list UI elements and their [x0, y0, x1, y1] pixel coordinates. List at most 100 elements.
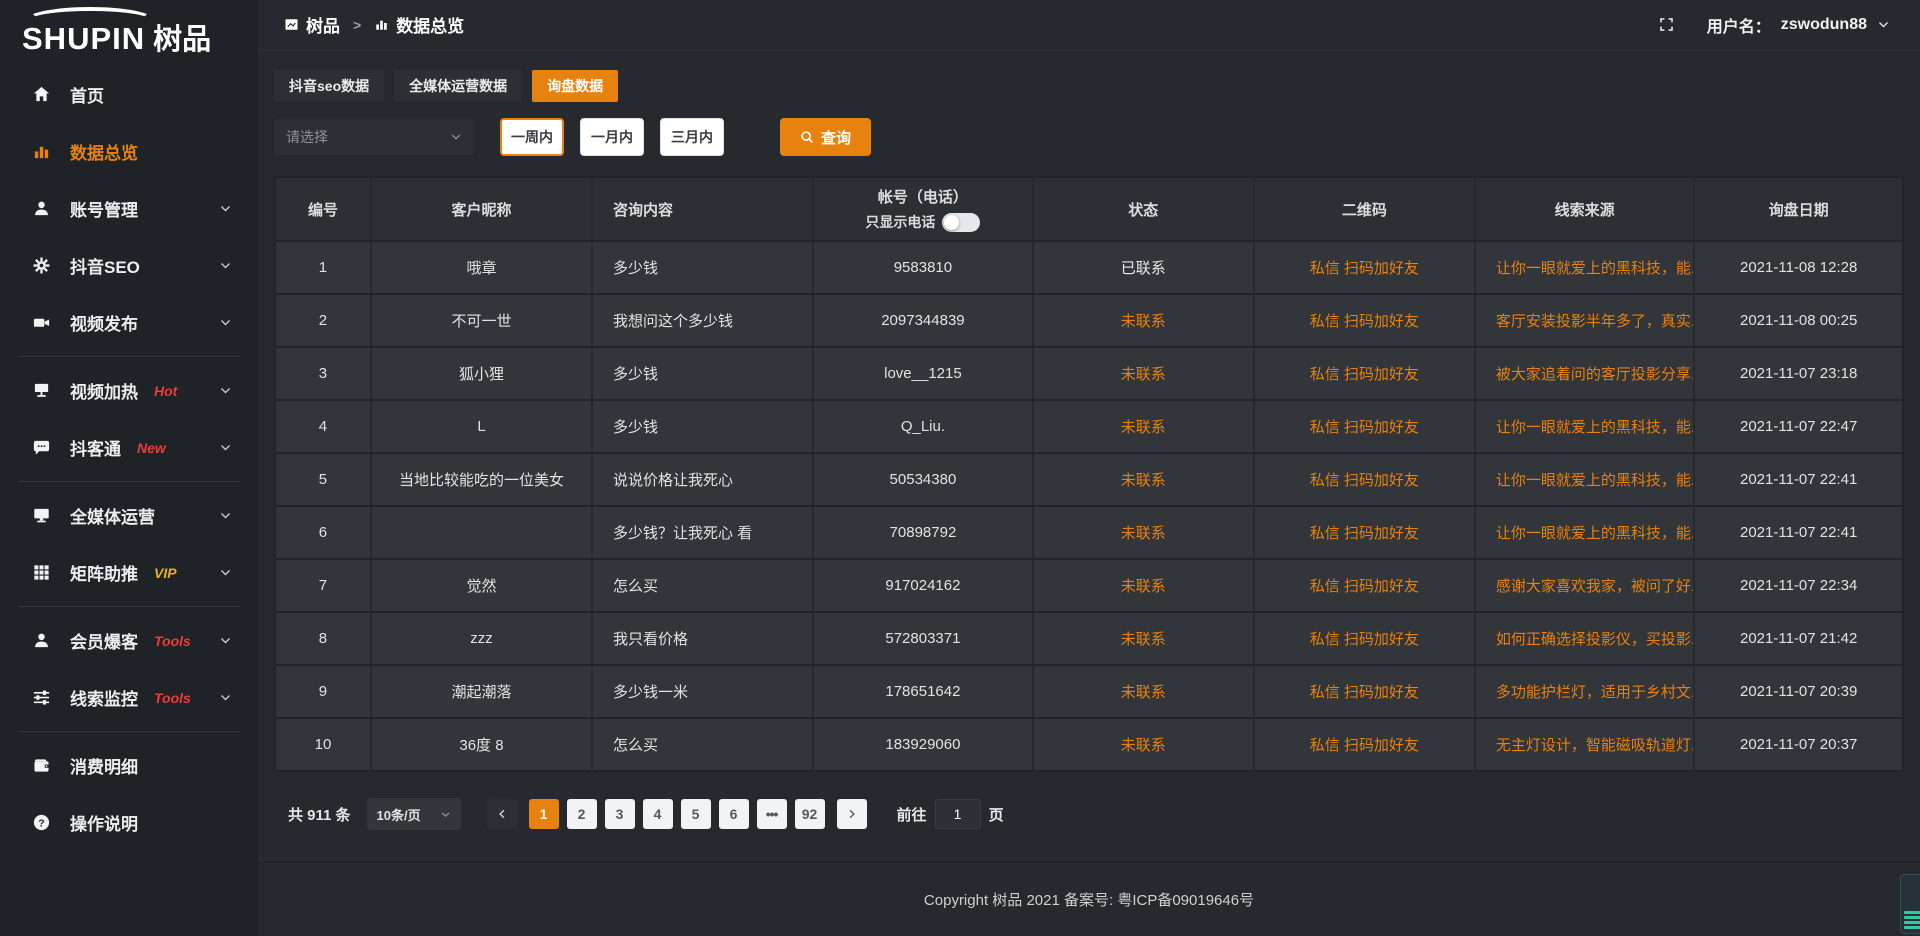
qrcode-link[interactable]: 私信 扫码加好友: [1310, 257, 1419, 278]
monitor-icon: [32, 506, 54, 526]
sidebar-item-douyin-seo[interactable]: 抖音SEO: [0, 237, 258, 294]
cell-content: 我只看价格: [593, 613, 814, 664]
chevron-down-icon: [219, 316, 232, 329]
sidebar-item-label: 账号管理: [70, 196, 138, 221]
sidebar-item-home[interactable]: 首页: [0, 66, 258, 123]
sidebar-item-omnimedia[interactable]: 全媒体运营: [0, 487, 258, 544]
page-button-92[interactable]: 92: [795, 799, 825, 829]
breadcrumb-current: 数据总览: [396, 12, 464, 37]
col-header-id: 编号: [276, 178, 372, 240]
col-header-source: 线索来源: [1476, 178, 1696, 240]
range-month-button[interactable]: 一月内: [580, 118, 644, 156]
page-button-3[interactable]: 3: [605, 799, 635, 829]
chevron-down-icon: [219, 259, 232, 272]
qrcode-link[interactable]: 私信 扫码加好友: [1310, 575, 1419, 596]
cell-account: 50534380: [814, 454, 1034, 505]
cell-qrcode: 私信 扫码加好友: [1255, 666, 1476, 717]
select-placeholder: 请选择: [286, 127, 328, 147]
sidebar-item-video-heat[interactable]: 视频加热 Hot: [0, 362, 258, 419]
source-link[interactable]: 无主灯设计，智能磁吸轨道灯...: [1496, 734, 1696, 755]
cell-status: 未联系: [1034, 507, 1255, 558]
qrcode-link[interactable]: 私信 扫码加好友: [1310, 416, 1419, 437]
qrcode-link[interactable]: 私信 扫码加好友: [1310, 363, 1419, 384]
col-header-account-title: 帐号（电话）: [878, 186, 968, 207]
chevron-down-icon: [219, 634, 232, 647]
col-header-nickname: 客户昵称: [372, 178, 593, 240]
cell-id: 10: [276, 719, 372, 770]
qrcode-link[interactable]: 私信 扫码加好友: [1310, 469, 1419, 490]
cell-content: 多少钱？让我死心 看: [593, 507, 814, 558]
cell-content: 多少钱一米: [593, 666, 814, 717]
tab-inquiry-data[interactable]: 询盘数据: [532, 70, 618, 102]
breadcrumb-root[interactable]: 树品: [306, 12, 340, 37]
search-button[interactable]: 查询: [780, 118, 871, 156]
cell-date: 2021-11-08 12:28: [1695, 242, 1902, 293]
sidebar-item-lead-monitor[interactable]: 线索监控 Tools: [0, 669, 258, 726]
sidebar-item-label: 矩阵助推: [70, 560, 138, 585]
source-link[interactable]: 多功能护栏灯，适用于乡村文...: [1496, 681, 1696, 702]
grid-icon: [32, 563, 54, 583]
source-link[interactable]: 客厅安装投影半年多了，真实...: [1496, 310, 1696, 331]
range-week-button[interactable]: 一周内: [500, 118, 564, 156]
cell-status: 未联系: [1034, 666, 1255, 717]
page-size-value: 10条/页: [377, 805, 421, 824]
chevron-down-icon[interactable]: [1877, 18, 1890, 31]
more-pages-button[interactable]: •••: [757, 799, 787, 829]
phone-only-toggle[interactable]: [942, 213, 980, 232]
page-button-6[interactable]: 6: [719, 799, 749, 829]
sidebar-item-account-management[interactable]: 账号管理: [0, 180, 258, 237]
sidebar-item-data-overview[interactable]: 数据总览: [0, 123, 258, 180]
range-quarter-button[interactable]: 三月内: [660, 118, 724, 156]
sidebar-item-member-burst[interactable]: 会员爆客 Tools: [0, 612, 258, 669]
sidebar-item-instructions[interactable]: ? 操作说明: [0, 794, 258, 851]
qrcode-link[interactable]: 私信 扫码加好友: [1310, 734, 1419, 755]
qrcode-link[interactable]: 私信 扫码加好友: [1310, 628, 1419, 649]
qrcode-link[interactable]: 私信 扫码加好友: [1310, 522, 1419, 543]
cell-qrcode: 私信 扫码加好友: [1255, 719, 1476, 770]
phone-only-row: 只显示电话: [865, 212, 980, 232]
cell-date: 2021-11-07 20:37: [1695, 719, 1902, 770]
qrcode-link[interactable]: 私信 扫码加好友: [1310, 310, 1419, 331]
source-link[interactable]: 让你一眼就爱上的黑科技，能...: [1496, 469, 1696, 490]
source-link[interactable]: 让你一眼就爱上的黑科技，能...: [1496, 522, 1696, 543]
source-link[interactable]: 感谢大家喜欢我家，被问了好...: [1496, 575, 1696, 596]
source-link[interactable]: 让你一眼就爱上的黑科技，能...: [1496, 416, 1696, 437]
cell-qrcode: 私信 扫码加好友: [1255, 560, 1476, 611]
page-size-select[interactable]: 10条/页: [367, 798, 461, 830]
cell-date: 2021-11-07 23:18: [1695, 348, 1902, 399]
cell-qrcode: 私信 扫码加好友: [1255, 401, 1476, 452]
source-link[interactable]: 如何正确选择投影仪，买投影...: [1496, 628, 1696, 649]
page-button-5[interactable]: 5: [681, 799, 711, 829]
page-button-1[interactable]: 1: [529, 799, 559, 829]
status-badge: 未联系: [1121, 416, 1166, 437]
prev-page-button[interactable]: [487, 799, 517, 829]
cell-qrcode: 私信 扫码加好友: [1255, 348, 1476, 399]
tab-douyin-seo-data[interactable]: 抖音seo数据: [274, 70, 384, 102]
fullscreen-icon[interactable]: [1658, 16, 1675, 33]
goto-page-input[interactable]: [935, 799, 981, 829]
new-badge: New: [137, 440, 166, 456]
qrcode-link[interactable]: 私信 扫码加好友: [1310, 681, 1419, 702]
next-page-button[interactable]: [837, 799, 867, 829]
status-badge: 未联系: [1121, 310, 1166, 331]
sidebar-item-matrix-boost[interactable]: 矩阵助推 VIP: [0, 544, 258, 601]
cell-source: 多功能护栏灯，适用于乡村文...: [1476, 666, 1696, 717]
page-button-2[interactable]: 2: [567, 799, 597, 829]
sidebar-item-video-publish[interactable]: 视频发布: [0, 294, 258, 351]
cell-id: 7: [276, 560, 372, 611]
page-button-4[interactable]: 4: [643, 799, 673, 829]
source-link[interactable]: 让你一眼就爱上的黑科技，能...: [1496, 257, 1696, 278]
sidebar-item-doukettong[interactable]: 抖客通 New: [0, 419, 258, 476]
cell-account: 2097344839: [814, 295, 1034, 346]
chevron-down-icon: [219, 384, 232, 397]
tab-omnimedia-data[interactable]: 全媒体运营数据: [394, 70, 522, 102]
username-value[interactable]: zswodun88: [1781, 16, 1867, 34]
filter-select[interactable]: 请选择: [274, 119, 474, 155]
cell-date: 2021-11-07 21:42: [1695, 613, 1902, 664]
source-link[interactable]: 被大家追着问的客厅投影分享...: [1496, 363, 1696, 384]
sidebar-nav: 首页 数据总览 账号管理 抖音SEO 视频发布: [0, 58, 258, 851]
gear-icon: [32, 256, 54, 276]
sidebar-item-consumption-detail[interactable]: 消费明细: [0, 737, 258, 794]
table-row: 3 狐小狸 多少钱 love__1215 未联系 私信 扫码加好友 被大家追着问…: [276, 348, 1902, 401]
sidebar-item-label: 会员爆客: [70, 628, 138, 653]
